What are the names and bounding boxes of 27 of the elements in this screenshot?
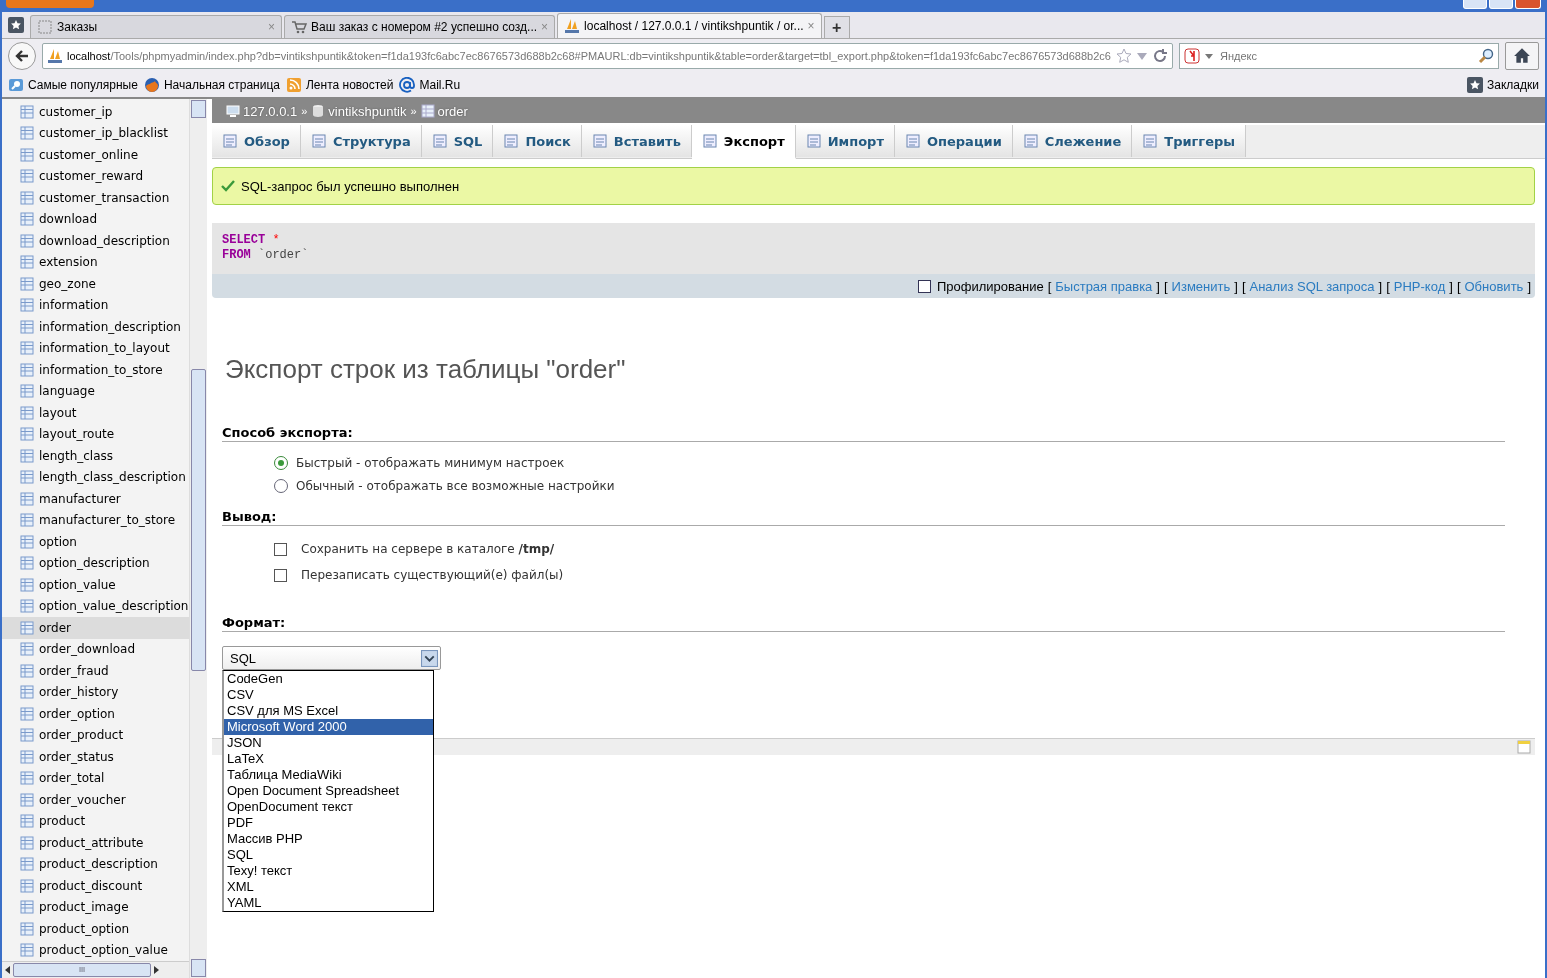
section-title: Формат: bbox=[222, 615, 1505, 632]
bracket-text: ] bbox=[1378, 278, 1383, 294]
bracket-text: [ bbox=[1164, 278, 1168, 294]
sql-keyword: FROM bbox=[222, 248, 251, 262]
option-label: Перезаписать существующий(е) файл(ы) bbox=[301, 568, 564, 582]
bracket-text: ] bbox=[1156, 278, 1160, 294]
message-text: SQL-запрос был успешно выполнен bbox=[241, 178, 460, 194]
bracket-text: ] bbox=[1449, 278, 1453, 294]
page-heading: Экспорт строк из таблицы "order" bbox=[225, 354, 627, 385]
sql-wildcard: * bbox=[272, 233, 280, 247]
option-label: Сохранить на сервере в каталоге /tmp/ bbox=[301, 542, 555, 556]
section-title: Способ экспорта: bbox=[222, 425, 1505, 442]
bracket-text: ] bbox=[1527, 278, 1531, 294]
checkbox-label: Профилирование bbox=[936, 278, 1044, 294]
option-label: Обычный - отображать все возможные настройки bbox=[296, 479, 615, 493]
section-title: Вывод: bbox=[222, 509, 1505, 526]
bracket-text: [ bbox=[1047, 278, 1052, 294]
bracket-text: [ bbox=[1241, 278, 1246, 294]
sql-table-name: `order` bbox=[258, 248, 309, 262]
option-label: Быстрый - отображать минимум настроек bbox=[296, 456, 565, 470]
sql-keyword: SELECT bbox=[222, 233, 266, 247]
bracket-text: ] bbox=[1234, 278, 1238, 294]
breadcrumb-separator: » bbox=[301, 105, 308, 117]
breadcrumb-separator: » bbox=[410, 105, 417, 117]
bracket-text: [ bbox=[1386, 278, 1390, 294]
url-text: localhost/Tools/phpmyadmin/index.php?db=vintikshpuntik&token=f1da193fc6abc7ec8676573d688b2c68#PMAURL:db=vintikshpuntik&table=order&target=tbl_export.php&token=f1da193fc6abc7ec8676573d688b2c6 bbox=[67, 50, 1112, 62]
bracket-text: [ bbox=[1456, 278, 1461, 294]
